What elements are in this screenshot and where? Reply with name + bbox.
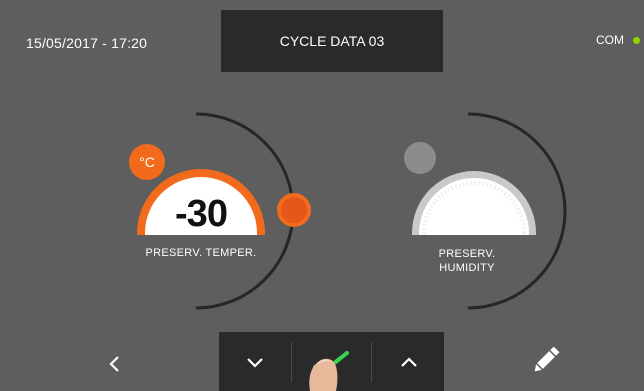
temperature-label: PRESERV. TEMPER. (145, 247, 257, 259)
temperature-slider-handle[interactable] (277, 193, 311, 227)
humidity-slider-handle[interactable] (404, 142, 436, 174)
decrease-button[interactable] (233, 342, 277, 382)
temperature-unit-badge: °C (129, 144, 165, 180)
nav-divider (291, 342, 292, 382)
humidity-label-line1: PRESERV. (438, 248, 496, 260)
chevron-down-icon (247, 358, 263, 368)
humidity-label: PRESERV. HUMIDITY (408, 247, 526, 275)
pencil-icon (534, 346, 560, 372)
nav-divider (371, 342, 372, 382)
chevron-up-icon (401, 357, 417, 367)
edit-button[interactable] (524, 338, 568, 382)
finger-pointer-icon (309, 358, 338, 391)
humidity-label-line2: HUMIDITY (439, 262, 495, 274)
chevron-left-icon (109, 356, 119, 372)
back-button[interactable] (98, 344, 132, 384)
increase-button[interactable] (387, 342, 431, 382)
temperature-value[interactable]: -30 (140, 193, 262, 236)
temperature-unit: °C (139, 154, 155, 170)
